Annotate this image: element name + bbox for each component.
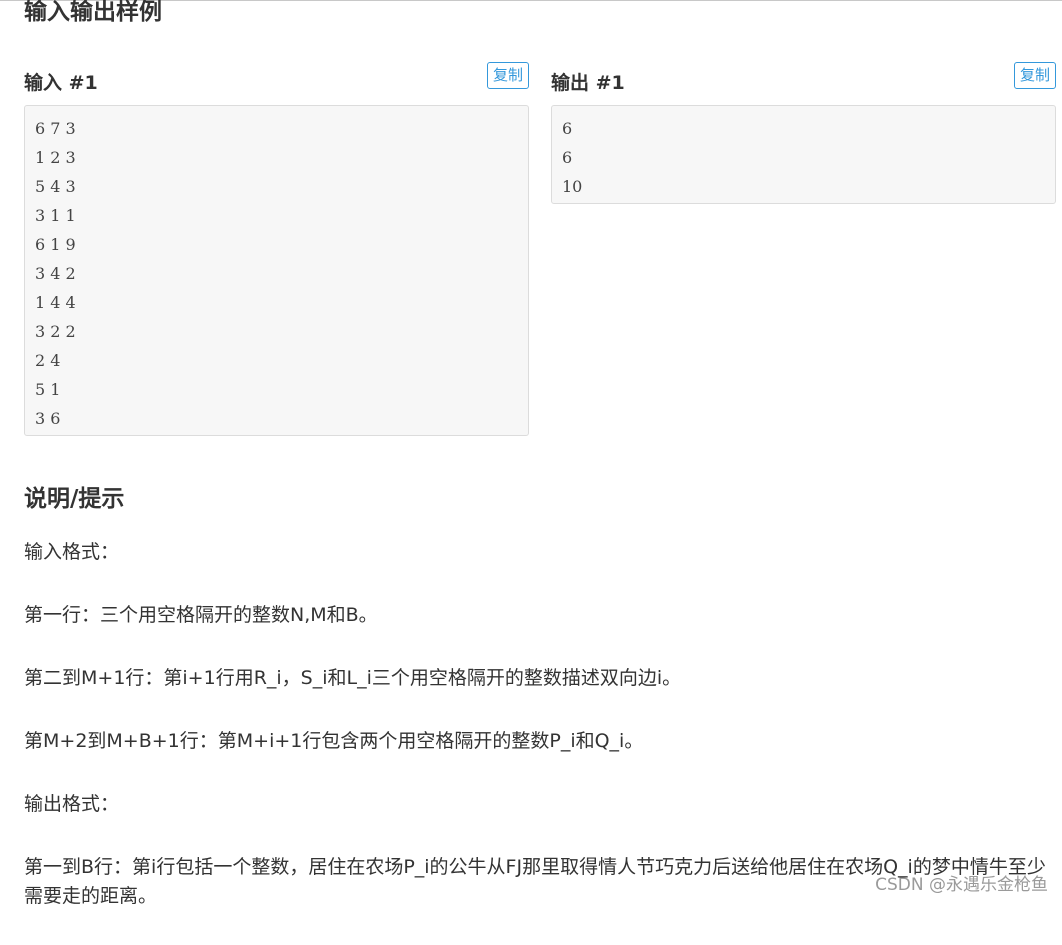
sample-input-header: 输入 #1 复制 — [24, 62, 529, 102]
hint-paragraph: 第二到M+1行：第i+1行用R_i，S_i和L_i三个用空格隔开的整数描述双向边… — [24, 667, 682, 689]
code-line: 3 1 1 — [35, 206, 76, 225]
code-line: 1 4 4 — [35, 293, 76, 312]
sample-input-code[interactable]: 6 7 3 1 2 3 5 4 3 3 1 1 6 1 9 3 4 2 1 4 … — [24, 105, 529, 436]
hint-section-title: 说明/提示 — [24, 486, 125, 512]
hint-paragraph: 输出格式： — [24, 793, 120, 815]
sample-input-panel: 输入 #1 复制 6 7 3 1 2 3 5 4 3 3 1 1 6 1 9 3… — [24, 62, 529, 436]
code-line: 5 1 — [35, 380, 61, 399]
code-line: 6 1 9 — [35, 235, 76, 254]
code-line: 1 2 3 — [35, 148, 76, 167]
csdn-watermark: CSDN @永遇乐金枪鱼 — [875, 875, 1048, 895]
code-line: 6 7 3 — [35, 119, 76, 138]
code-line: 6 — [562, 148, 573, 167]
hint-paragraph: 第M+2到M+B+1行：第M+i+1行包含两个用空格隔开的整数P_i和Q_i。 — [24, 730, 644, 752]
hint-paragraph: 输入格式： — [24, 541, 120, 563]
code-line: 6 — [562, 119, 573, 138]
samples-section-title: 输入输出样例 — [24, 0, 162, 25]
sample-output-code[interactable]: 6 6 10 — [551, 105, 1056, 204]
problem-page: 输入输出样例 输入 #1 复制 6 7 3 1 2 3 5 4 3 3 1 1 … — [0, 0, 1062, 907]
code-line: 5 4 3 — [35, 177, 76, 196]
copy-input-button[interactable]: 复制 — [486, 62, 529, 89]
copy-output-button[interactable]: 复制 — [1013, 62, 1056, 89]
sample-input-label: 输入 #1 — [24, 72, 98, 94]
code-line: 3 2 2 — [35, 322, 76, 341]
code-line: 10 — [562, 177, 583, 196]
hint-paragraph: 第一行：三个用空格隔开的整数N,M和B。 — [24, 604, 378, 626]
code-line: 2 4 — [35, 351, 61, 370]
code-line: 3 4 2 — [35, 264, 76, 283]
code-line: 3 6 — [35, 409, 61, 428]
sample-output-label: 输出 #1 — [551, 72, 625, 94]
sample-output-header: 输出 #1 复制 — [551, 62, 1056, 102]
sample-output-panel: 输出 #1 复制 6 6 10 — [551, 62, 1056, 204]
